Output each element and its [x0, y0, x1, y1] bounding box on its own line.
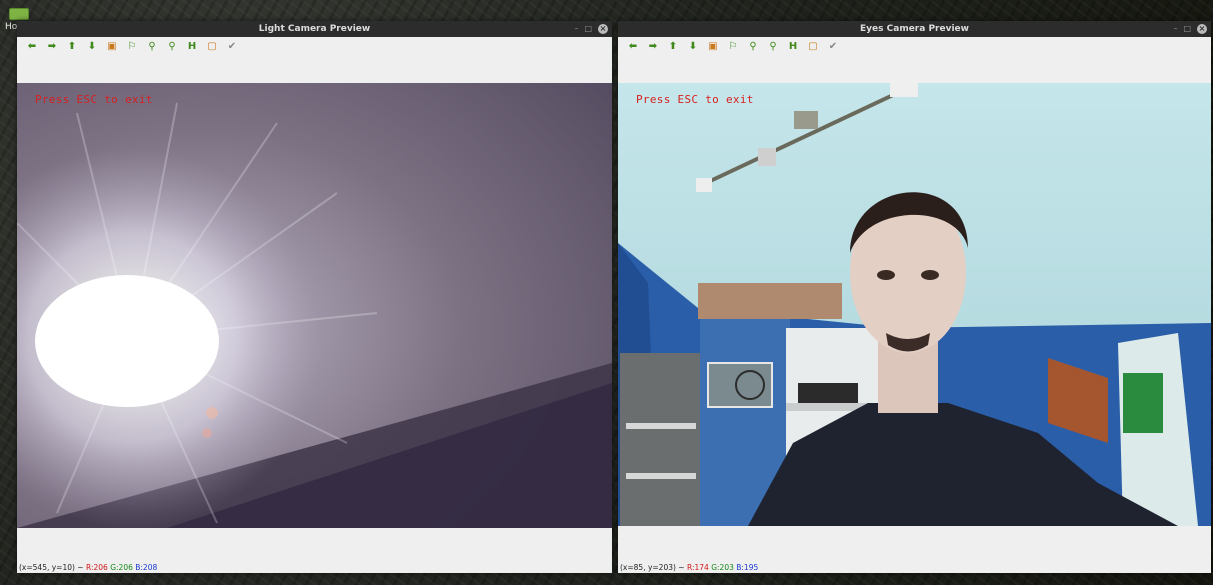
cursor-coords: (x=85, y=203) ~ [620, 563, 685, 572]
pixel-blue: B:195 [736, 563, 759, 572]
camera-view-eyes[interactable]: Press ESC to exit [618, 83, 1211, 526]
camera-view-light[interactable]: Press ESC to exit [17, 83, 612, 528]
zoom-fit-icon[interactable]: ▣ [102, 39, 122, 53]
maximize-button[interactable]: □ [1183, 21, 1191, 37]
window-title: Light Camera Preview [258, 24, 371, 34]
pan-down-icon[interactable]: ⬇ [82, 39, 102, 53]
desktop-folder-icon[interactable] [9, 8, 29, 20]
toolbar: ⬅ ➡ ⬆ ⬇ ▣ ⚐ ⚲ ⚲ H ▢ ✔ [17, 37, 612, 85]
pixel-red: R:174 [686, 563, 709, 572]
maximize-button[interactable]: □ [584, 21, 592, 37]
status-bar: (x=545, y=10) ~ R:206 G:206 B:208 [17, 563, 612, 573]
cursor-coords: (x=545, y=10) ~ [19, 563, 84, 572]
pan-left-icon[interactable]: ⬅ [623, 39, 643, 53]
pan-up-icon[interactable]: ⬆ [663, 39, 683, 53]
pixel-blue: B:208 [135, 563, 158, 572]
eyes-camera-image [618, 83, 1211, 526]
pixel-green: G:206 [110, 563, 133, 572]
minimize-button[interactable]: – [574, 21, 578, 37]
copy-icon[interactable]: ▢ [202, 39, 222, 53]
zoom-original-icon[interactable]: ⚐ [723, 39, 743, 53]
zoom-in-icon[interactable]: ⚲ [743, 39, 763, 53]
zoom-fit-icon[interactable]: ▣ [703, 39, 723, 53]
window-title: Eyes Camera Preview [860, 24, 969, 34]
esc-hint: Press ESC to exit [636, 93, 754, 106]
zoom-original-icon[interactable]: ⚐ [122, 39, 142, 53]
properties-icon[interactable]: ✔ [823, 39, 843, 53]
eyes-camera-window: Eyes Camera Preview – □ × ⬅ ➡ ⬆ ⬇ ▣ ⚐ ⚲ … [618, 21, 1211, 573]
toolbar: ⬅ ➡ ⬆ ⬇ ▣ ⚐ ⚲ ⚲ H ▢ ✔ [618, 37, 1211, 85]
close-button[interactable]: × [598, 24, 608, 34]
save-icon[interactable]: H [783, 39, 803, 53]
light-camera-window: Light Camera Preview – □ × ⬅ ➡ ⬆ ⬇ ▣ ⚐ ⚲… [17, 21, 612, 573]
status-bar: (x=85, y=203) ~ R:174 G:203 B:195 [618, 563, 1211, 573]
save-icon[interactable]: H [182, 39, 202, 53]
properties-icon[interactable]: ✔ [222, 39, 242, 53]
zoom-out-icon[interactable]: ⚲ [162, 39, 182, 53]
minimize-button[interactable]: – [1173, 21, 1177, 37]
copy-icon[interactable]: ▢ [803, 39, 823, 53]
pan-right-icon[interactable]: ➡ [42, 39, 62, 53]
window-titlebar[interactable]: Eyes Camera Preview – □ × [618, 21, 1211, 37]
esc-hint: Press ESC to exit [35, 93, 153, 106]
light-camera-image [17, 83, 612, 528]
pixel-green: G:203 [711, 563, 734, 572]
window-titlebar[interactable]: Light Camera Preview – □ × [17, 21, 612, 37]
pan-down-icon[interactable]: ⬇ [683, 39, 703, 53]
desktop-icon-label: Ho [5, 22, 18, 32]
pan-up-icon[interactable]: ⬆ [62, 39, 82, 53]
pixel-red: R:206 [85, 563, 108, 572]
pan-right-icon[interactable]: ➡ [643, 39, 663, 53]
close-button[interactable]: × [1197, 24, 1207, 34]
pan-left-icon[interactable]: ⬅ [22, 39, 42, 53]
zoom-out-icon[interactable]: ⚲ [763, 39, 783, 53]
zoom-in-icon[interactable]: ⚲ [142, 39, 162, 53]
